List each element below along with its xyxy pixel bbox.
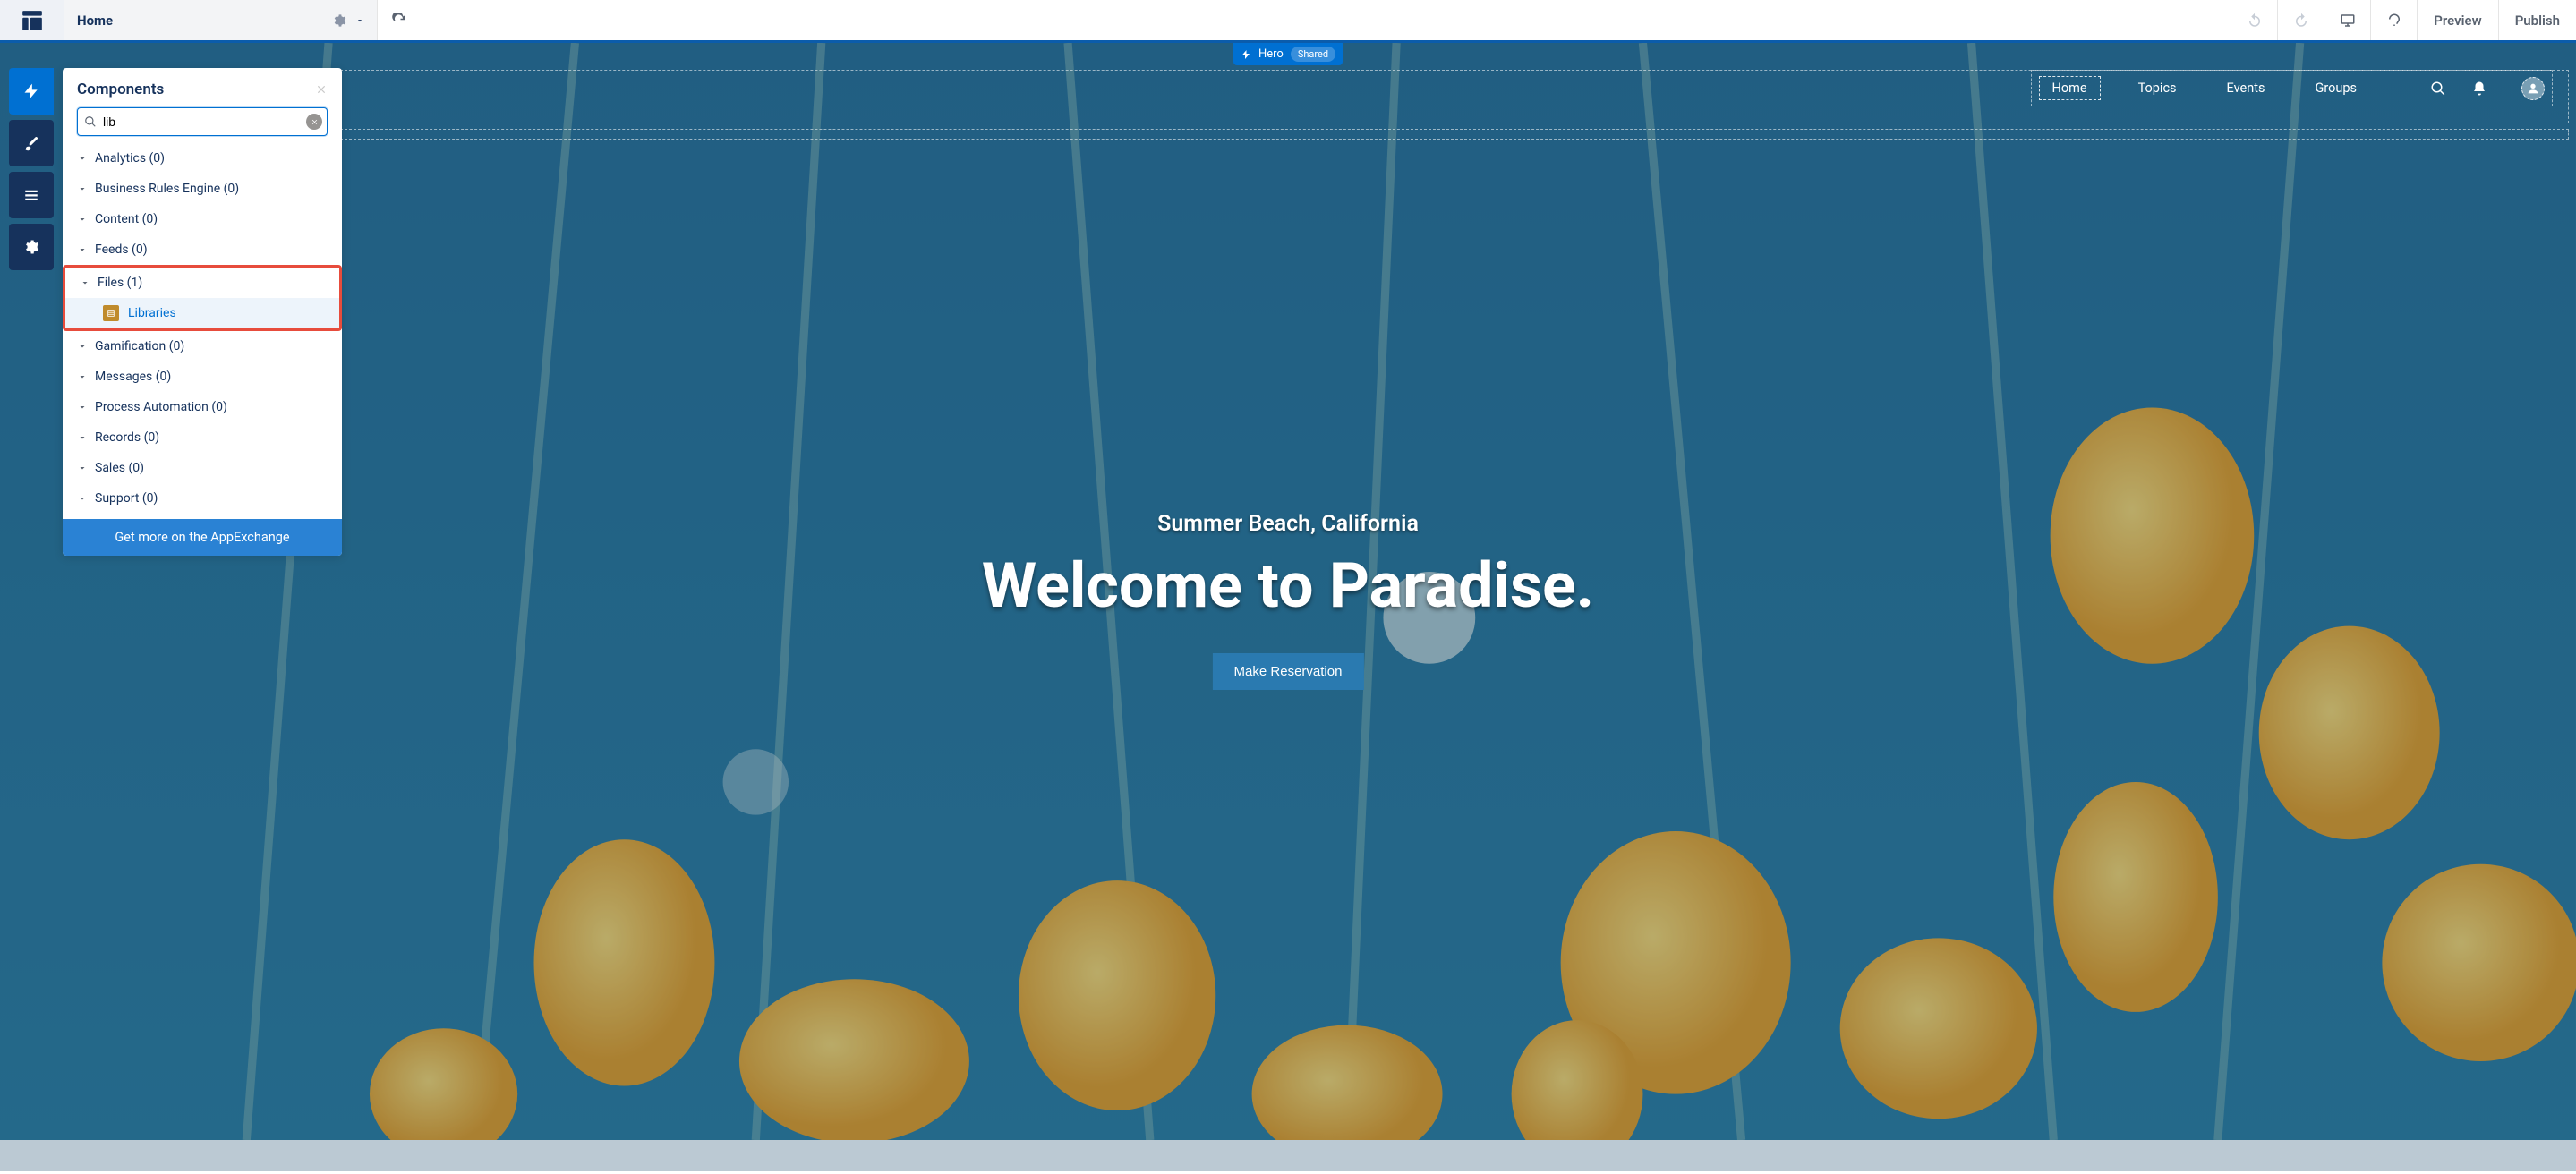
preview-label: Preview: [2434, 13, 2481, 29]
app-logo[interactable]: [0, 0, 64, 40]
category-row[interactable]: Records (0): [63, 422, 342, 453]
category-row[interactable]: Files (1): [65, 268, 339, 298]
lightning-icon: [22, 82, 40, 100]
hero-subtitle: Summer Beach, California: [982, 511, 1594, 537]
builder-logo-icon: [21, 9, 44, 32]
hero-heading: Summer Beach, California Welcome to Para…: [982, 511, 1594, 690]
search-icon: [84, 115, 97, 128]
close-icon: [315, 83, 328, 96]
left-rail: [9, 68, 54, 270]
category-row[interactable]: Gamification (0): [63, 331, 342, 362]
category-row[interactable]: Business Rules Engine (0): [63, 174, 342, 204]
brush-icon: [23, 135, 39, 151]
gear-icon: [23, 239, 39, 255]
category-row[interactable]: Sales (0): [63, 453, 342, 483]
close-icon: [311, 118, 319, 126]
components-panel: Components Analytics (0) Business Rules E…: [63, 68, 342, 556]
rail-settings-button[interactable]: [9, 224, 54, 270]
category-label: Messages (0): [95, 370, 171, 384]
component-label: Libraries: [128, 306, 176, 320]
category-label: Business Rules Engine (0): [95, 182, 239, 196]
help-button[interactable]: [2370, 0, 2417, 40]
site-nav: Home Topics Events Groups: [2031, 70, 2553, 106]
clear-search-button[interactable]: [306, 114, 322, 130]
category-label: Files (1): [98, 276, 142, 290]
redo-button[interactable]: [2277, 0, 2324, 40]
redo-icon: [2293, 13, 2309, 29]
preview-button[interactable]: Preview: [2417, 0, 2497, 40]
bell-icon[interactable]: [2471, 81, 2487, 97]
nav-item-events[interactable]: Events: [2214, 77, 2278, 99]
desktop-icon: [2340, 13, 2356, 29]
search-input[interactable]: [77, 107, 328, 136]
publish-button[interactable]: Publish: [2498, 0, 2576, 40]
category-row[interactable]: Feeds (0): [63, 234, 342, 265]
category-row[interactable]: Support (0): [63, 483, 342, 514]
rail-page-structure-button[interactable]: [9, 172, 54, 218]
help-icon: [2386, 13, 2402, 29]
refresh-button[interactable]: [378, 0, 421, 40]
refresh-icon: [391, 13, 407, 29]
category-row[interactable]: Analytics (0): [63, 143, 342, 174]
canvas[interactable]: Hero Shared Home Topics Events Groups Su…: [0, 43, 2576, 1171]
category-row[interactable]: Content (0): [63, 204, 342, 234]
category-label: Sales (0): [95, 461, 144, 475]
page-title: Home: [77, 13, 332, 29]
category-label: Records (0): [95, 430, 159, 445]
nav-item-topics[interactable]: Topics: [2126, 77, 2189, 99]
panel-body: Analytics (0) Business Rules Engine (0) Co…: [63, 143, 342, 519]
hero-title: Welcome to Paradise.: [982, 549, 1594, 623]
selected-component-name: Hero: [1258, 47, 1284, 61]
category-label: Feeds (0): [95, 242, 148, 257]
category-label: Content (0): [95, 212, 158, 226]
publish-label: Publish: [2515, 13, 2560, 29]
device-mode-button[interactable]: [2324, 0, 2370, 40]
profile-avatar[interactable]: [2521, 77, 2545, 100]
undo-button[interactable]: [2231, 0, 2277, 40]
panel-title: Components: [77, 81, 315, 98]
gear-icon[interactable]: [332, 13, 346, 28]
undo-icon: [2247, 13, 2263, 29]
selected-component-badge[interactable]: Hero Shared: [1233, 43, 1343, 65]
list-icon: [23, 187, 39, 203]
search-icon[interactable]: [2430, 81, 2446, 97]
appexchange-link[interactable]: Get more on the AppExchange: [63, 519, 342, 556]
selected-component-shared-badge: Shared: [1291, 47, 1335, 62]
user-icon: [2526, 81, 2540, 96]
search-wrapper: [77, 107, 328, 136]
category-label: Process Automation (0): [95, 400, 227, 414]
category-label: Analytics (0): [95, 151, 165, 166]
page-selector[interactable]: Home: [64, 0, 378, 40]
close-panel-button[interactable]: [315, 83, 328, 96]
category-label: Support (0): [95, 491, 158, 506]
hero-cta-button[interactable]: Make Reservation: [1213, 653, 1364, 690]
category-row[interactable]: Messages (0): [63, 362, 342, 392]
lightning-icon: [1241, 49, 1251, 60]
category-label: Gamification (0): [95, 339, 184, 353]
top-bar: Home Preview Publish: [0, 0, 2576, 43]
rail-components-button[interactable]: [9, 68, 54, 115]
rail-theme-button[interactable]: [9, 120, 54, 166]
category-row[interactable]: Process Automation (0): [63, 392, 342, 422]
caret-down-icon[interactable]: [355, 16, 364, 25]
nav-item-home[interactable]: Home: [2039, 76, 2101, 100]
component-icon: [103, 305, 119, 321]
component-item[interactable]: Libraries: [65, 298, 339, 328]
nav-item-groups[interactable]: Groups: [2302, 77, 2369, 99]
